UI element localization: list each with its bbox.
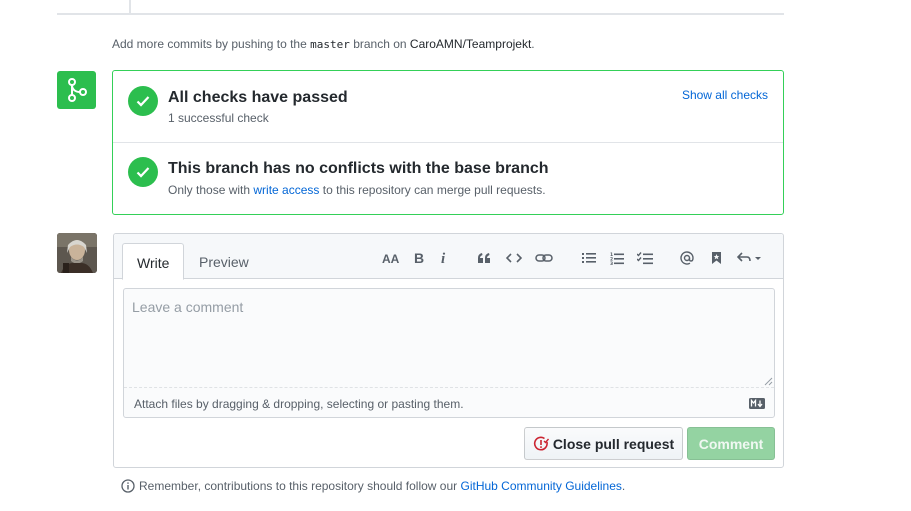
bold-icon[interactable]: B <box>409 248 429 268</box>
ordered-list-icon[interactable]: 123 <box>607 248 627 268</box>
svg-text:3: 3 <box>610 261 613 265</box>
unordered-list-icon[interactable] <box>579 248 599 268</box>
push-hint: Add more commits by pushing to the maste… <box>112 37 535 51</box>
conflicts-sub-suffix: to this repository can merge pull reques… <box>322 183 546 197</box>
checks-subtitle: 1 successful check <box>168 111 269 125</box>
tab-preview[interactable]: Preview <box>185 243 263 280</box>
svg-text:AA: AA <box>382 252 400 265</box>
reply-icon[interactable] <box>736 248 764 268</box>
task-list-icon[interactable] <box>635 248 655 268</box>
avatar[interactable] <box>57 233 97 273</box>
tab-write[interactable]: Write <box>122 243 185 280</box>
comment-tabnav: Write Preview AA B i 1 2 3 <box>114 234 783 280</box>
code-icon[interactable] <box>504 248 524 268</box>
check-circle-icon <box>128 86 158 116</box>
comment-button[interactable]: Comment <box>687 427 775 460</box>
italic-icon[interactable]: i <box>434 248 454 268</box>
comment-form: Write Preview AA B i 1 2 3 Leave a comme… <box>113 233 784 468</box>
issue-closed-icon <box>533 436 549 450</box>
link-icon[interactable] <box>534 248 554 268</box>
branch-name: master <box>310 38 350 51</box>
markdown-icon[interactable] <box>749 398 765 409</box>
conflicts-sub-prefix: Only those with <box>168 183 251 197</box>
conflicts-title: This branch has no conflicts with the ba… <box>168 160 549 177</box>
info-icon <box>121 479 135 493</box>
checks-title: All checks have passed <box>168 89 348 106</box>
comment-textarea[interactable] <box>124 289 774 387</box>
community-guidelines-link[interactable]: GitHub Community Guidelines <box>461 479 622 493</box>
mention-icon[interactable] <box>677 248 697 268</box>
show-all-checks-link[interactable]: Show all checks <box>682 88 768 102</box>
timeline-line <box>129 0 131 13</box>
close-pull-request-button[interactable]: Close pull request <box>524 427 683 460</box>
close-pull-request-label: Close pull request <box>552 435 675 452</box>
git-merge-icon <box>57 71 96 109</box>
guidelines-suffix: . <box>621 479 626 493</box>
push-hint-suffix: . <box>531 37 535 51</box>
comment-editor: Attach files by dragging & dropping, sel… <box>123 288 775 418</box>
bookmark-icon[interactable] <box>706 248 726 268</box>
checks-section: All checks have passed 1 successful chec… <box>113 71 783 143</box>
conflicts-section: This branch has no conflicts with the ba… <box>113 143 783 215</box>
write-access-link[interactable]: write access <box>253 183 319 197</box>
resize-grip-icon[interactable] <box>764 377 773 386</box>
push-hint-middle: branch on <box>353 37 407 51</box>
conflicts-subtitle: Only those with write access to this rep… <box>168 183 546 197</box>
guidelines-prefix: Remember, contributions to this reposito… <box>139 479 458 493</box>
community-guidelines-note: Remember, contributions to this reposito… <box>121 479 625 493</box>
check-circle-icon <box>128 157 158 187</box>
text-size-icon[interactable]: AA <box>381 248 401 268</box>
attach-hint: Attach files by dragging & dropping, sel… <box>134 397 464 411</box>
quote-icon[interactable] <box>474 248 494 268</box>
file-attach-bar[interactable]: Attach files by dragging & dropping, sel… <box>124 387 774 418</box>
repo-name: CaroAMN/Teamprojekt <box>409 37 532 51</box>
timeline-top-divider <box>57 0 784 15</box>
svg-text:i: i <box>441 251 446 265</box>
push-hint-prefix: Add more commits by pushing to the <box>112 37 307 51</box>
merge-status-box: All checks have passed 1 successful chec… <box>112 70 784 215</box>
svg-text:B: B <box>414 251 424 265</box>
